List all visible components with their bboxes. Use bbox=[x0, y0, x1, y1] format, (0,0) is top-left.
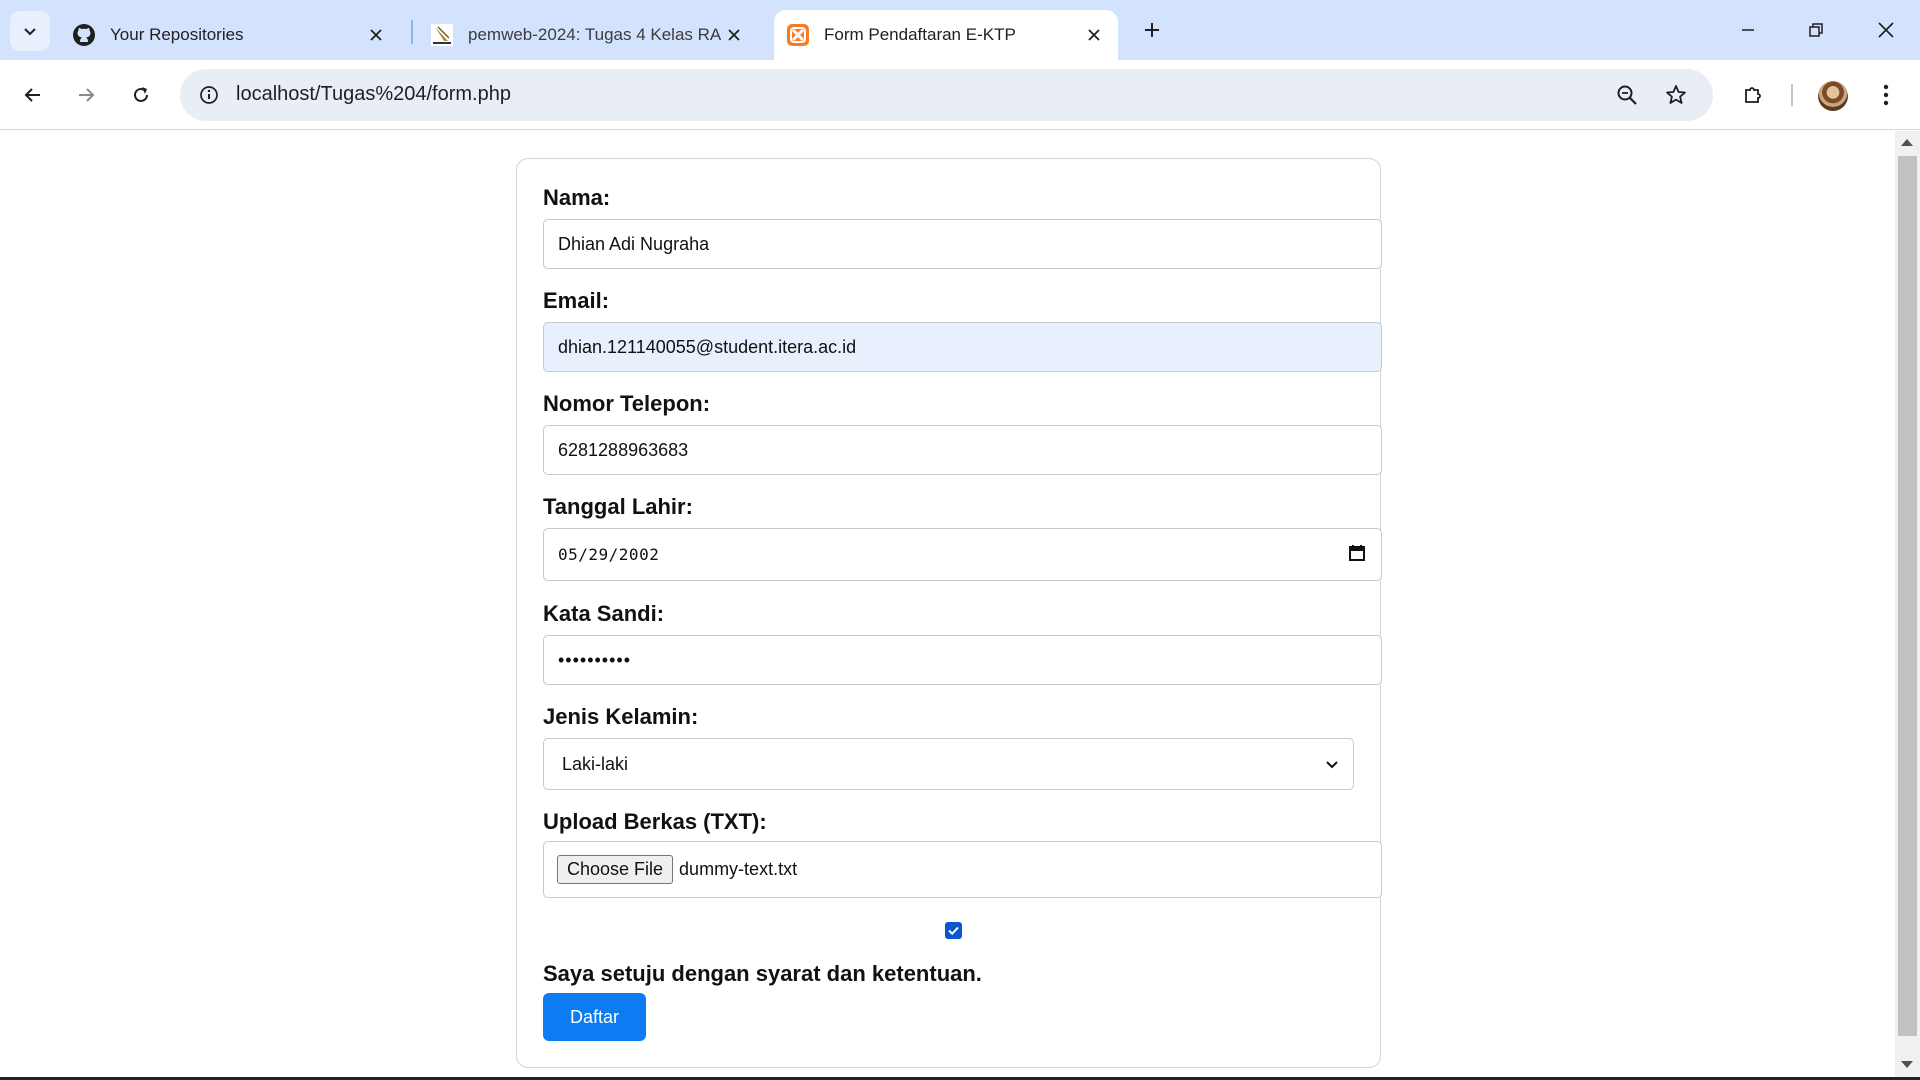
forward-button[interactable] bbox=[67, 76, 105, 114]
tab-title: Form Pendaftaran E-KTP bbox=[824, 25, 1016, 44]
calendar-icon[interactable] bbox=[1347, 543, 1367, 563]
url-text[interactable]: localhost/Tugas%204/form.php bbox=[236, 83, 511, 106]
jenis-kelamin-label: Jenis Kelamin: bbox=[543, 704, 699, 729]
puzzle-icon bbox=[1745, 87, 1761, 103]
telepon-label: Nomor Telepon: bbox=[543, 391, 711, 416]
jenis-kelamin-select[interactable]: Laki-laki bbox=[543, 738, 1354, 790]
back-button[interactable] bbox=[14, 76, 52, 114]
tab-form-pendaftaran[interactable]: Form Pendaftaran E-KTP bbox=[774, 10, 1118, 60]
close-tab-icon[interactable] bbox=[1082, 23, 1106, 47]
reload-button[interactable] bbox=[122, 76, 160, 114]
choose-file-button[interactable]: Choose File bbox=[557, 855, 674, 884]
nama-label: Nama: bbox=[543, 185, 611, 210]
scroll-up-arrow-icon[interactable] bbox=[1901, 139, 1913, 146]
upload-berkas-label: Upload Berkas (TXT): bbox=[543, 809, 767, 834]
toolbar-divider bbox=[1791, 84, 1793, 106]
close-tab-icon[interactable] bbox=[364, 23, 388, 47]
vertical-scrollbar[interactable] bbox=[1895, 131, 1920, 1080]
close-window-button[interactable] bbox=[1862, 10, 1910, 50]
tab-your-repositories[interactable]: Your Repositories bbox=[60, 10, 400, 60]
date-value: 05/29/2002 bbox=[558, 545, 660, 564]
agree-label: Saya setuju dengan syarat dan ketentuan. bbox=[543, 961, 982, 986]
tab-title: Your Repositories bbox=[110, 25, 244, 44]
restore-button[interactable] bbox=[1792, 10, 1840, 50]
nama-input[interactable]: Dhian Adi Nugraha bbox=[543, 219, 1382, 269]
close-icon bbox=[1878, 22, 1894, 38]
checkmark-icon bbox=[948, 926, 959, 936]
kata-sandi-input[interactable]: •••••••••• bbox=[543, 635, 1382, 685]
scroll-down-arrow-icon[interactable] bbox=[1901, 1061, 1913, 1068]
bookmark-star-icon[interactable] bbox=[1659, 78, 1693, 112]
agree-checkbox[interactable] bbox=[945, 922, 962, 939]
kebab-menu-icon bbox=[1883, 84, 1889, 106]
zoom-icon[interactable] bbox=[1610, 78, 1644, 112]
email-label: Email: bbox=[543, 288, 610, 313]
chevron-down-icon bbox=[24, 28, 36, 36]
profile-avatar[interactable] bbox=[1818, 81, 1848, 111]
tab-title: pemweb-2024: Tugas 4 Kelas RA bbox=[468, 25, 722, 44]
new-tab-button[interactable] bbox=[1136, 14, 1168, 46]
minimize-icon bbox=[1742, 29, 1754, 31]
select-value: Laki-laki bbox=[562, 753, 629, 774]
scroll-thumb[interactable] bbox=[1898, 156, 1917, 1036]
arrow-left-icon bbox=[24, 88, 40, 102]
itera-logo-icon bbox=[430, 23, 454, 47]
daftar-button[interactable]: Daftar bbox=[543, 993, 646, 1041]
github-icon bbox=[72, 23, 96, 47]
reload-icon bbox=[134, 87, 148, 102]
tab-strip: Your Repositories pemweb-2024: Tugas 4 K… bbox=[0, 0, 1920, 60]
arrow-right-icon bbox=[79, 88, 95, 102]
telepon-input[interactable]: 6281288963683 bbox=[543, 425, 1382, 475]
minimize-button[interactable] bbox=[1724, 10, 1772, 50]
tab-pemweb[interactable]: pemweb-2024: Tugas 4 Kelas RA bbox=[418, 10, 758, 60]
kata-sandi-label: Kata Sandi: bbox=[543, 601, 665, 626]
address-bar[interactable]: localhost/Tugas%204/form.php bbox=[180, 69, 1713, 121]
tanggal-lahir-input[interactable]: 05/29/2002 bbox=[543, 528, 1382, 581]
email-input[interactable]: dhian.121140055@student.itera.ac.id bbox=[543, 322, 1382, 372]
tab-search-button[interactable] bbox=[10, 11, 50, 51]
tanggal-lahir-label: Tanggal Lahir: bbox=[543, 494, 693, 519]
restore-icon bbox=[1809, 23, 1823, 37]
extensions-button[interactable] bbox=[1734, 76, 1772, 114]
file-name: dummy-text.txt bbox=[679, 859, 798, 879]
close-tab-icon[interactable] bbox=[722, 23, 746, 47]
plus-icon bbox=[1145, 23, 1159, 37]
upload-berkas-input[interactable]: Choose File dummy-text.txt bbox=[543, 841, 1382, 898]
xampp-icon bbox=[786, 23, 810, 47]
chevron-down-icon bbox=[1326, 761, 1338, 769]
site-info-icon[interactable] bbox=[192, 78, 226, 112]
menu-button[interactable] bbox=[1867, 76, 1905, 114]
tab-divider bbox=[411, 20, 413, 44]
browser-toolbar: localhost/Tugas%204/form.php bbox=[0, 60, 1920, 130]
